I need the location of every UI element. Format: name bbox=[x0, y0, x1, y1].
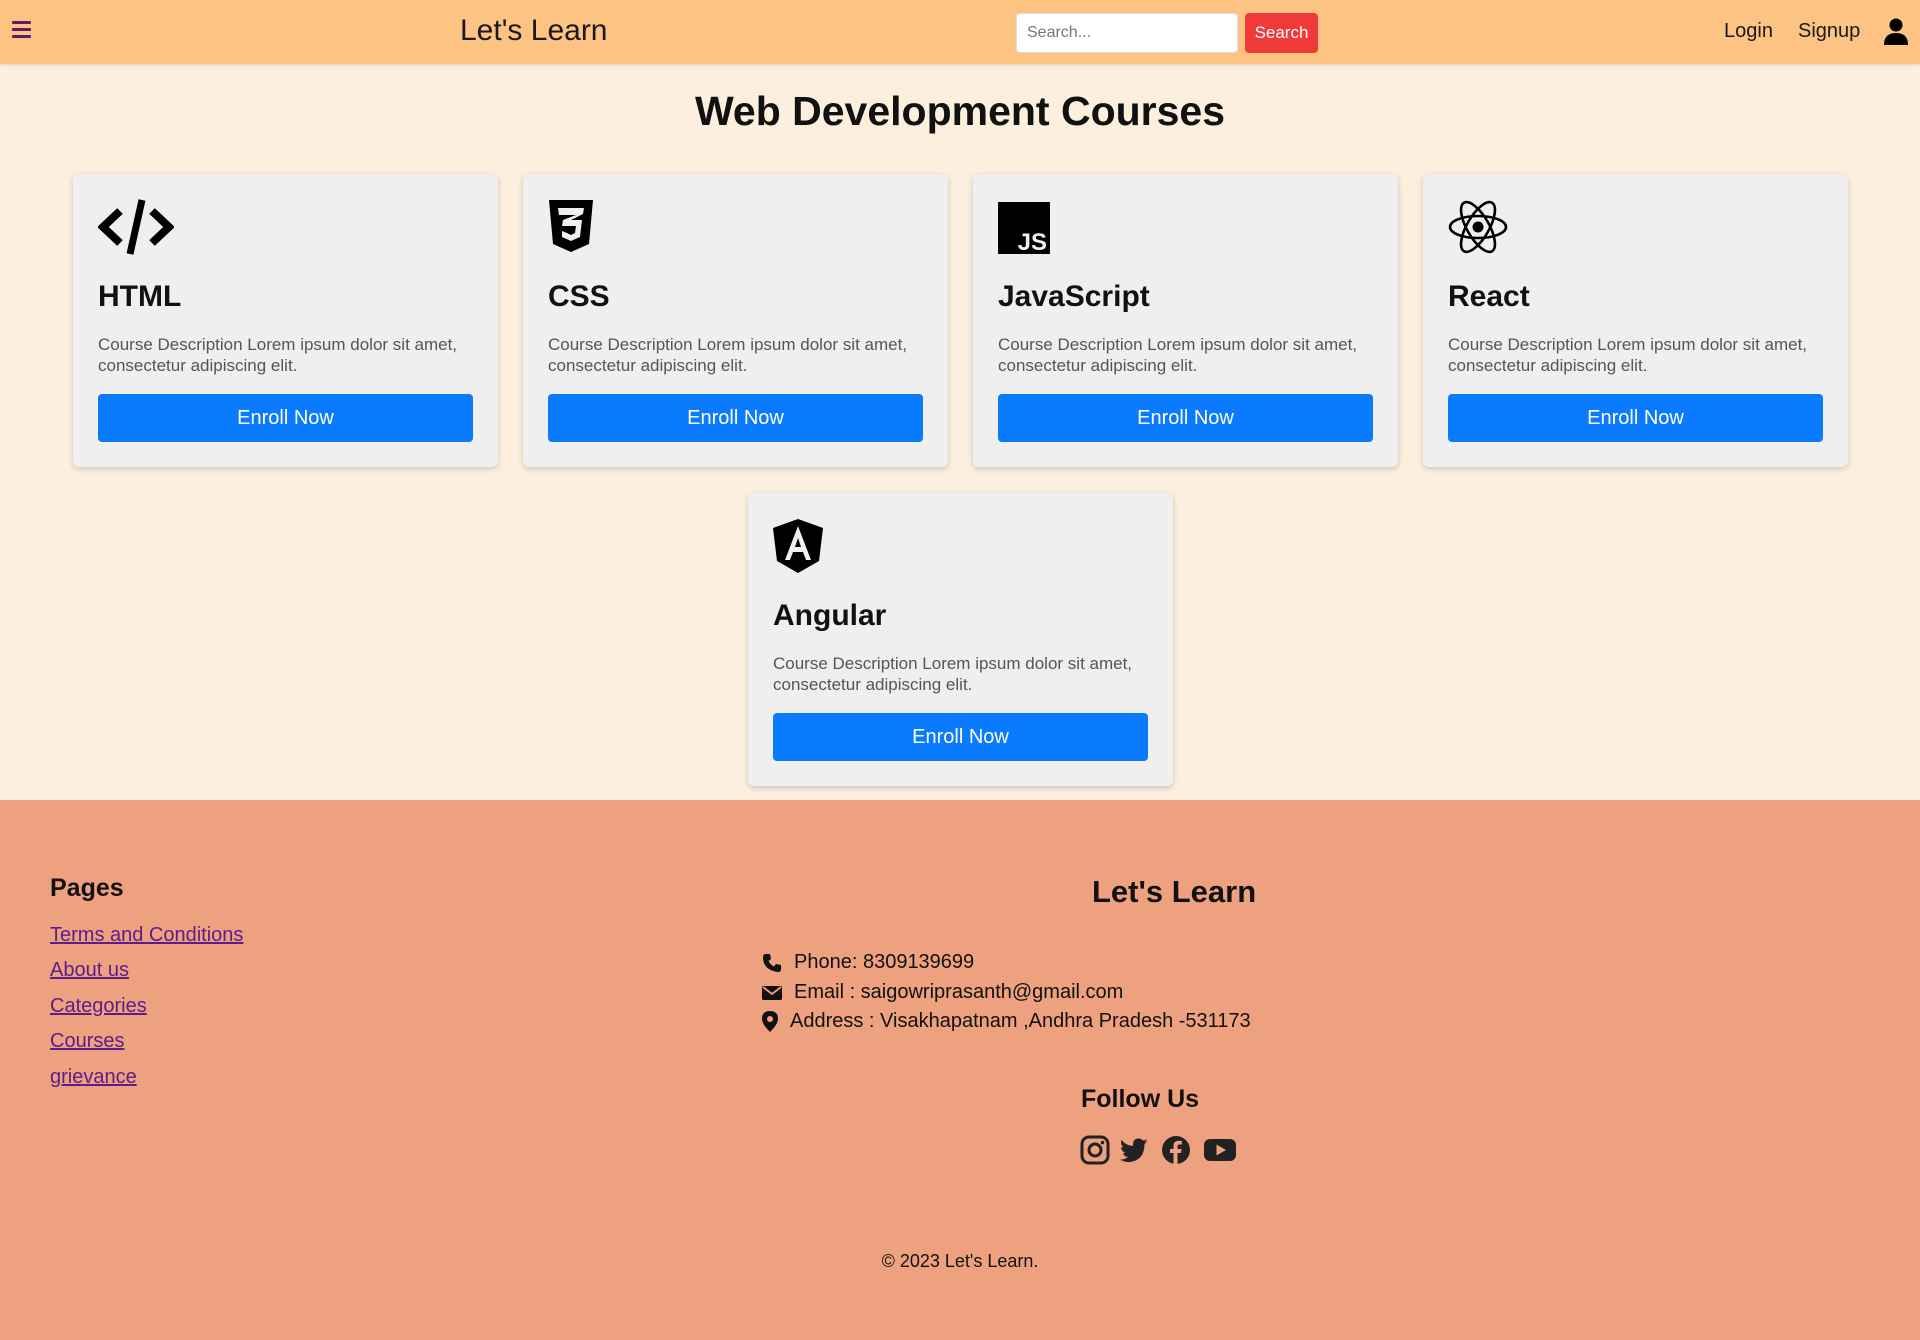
enroll-button-angular[interactable]: Enroll Now bbox=[773, 713, 1148, 761]
footer-link-about[interactable]: About us bbox=[50, 959, 129, 982]
follow-heading: Follow Us bbox=[1081, 1085, 1200, 1113]
email-text: Email : saigowriprasanth@gmail.com bbox=[794, 981, 1124, 1003]
svg-text:JS: JS bbox=[1018, 229, 1047, 256]
page-title: Web Development Courses bbox=[694, 88, 1226, 134]
course-description: Course Description Lorem ipsum dolor sit… bbox=[548, 335, 908, 375]
copyright-text: © 2023 Let's Learn. bbox=[881, 1251, 1039, 1271]
login-link[interactable]: Login bbox=[1724, 20, 1773, 43]
course-title: React bbox=[1448, 280, 1530, 313]
code-icon bbox=[98, 199, 174, 255]
phone-text: Phone: 8309139699 bbox=[794, 951, 975, 973]
location-pin-icon bbox=[762, 1011, 778, 1032]
course-card-css: CSS Course Description Lorem ipsum dolor… bbox=[523, 174, 948, 467]
footer-link-grievance[interactable]: grievance bbox=[50, 1066, 137, 1089]
footer-brand: Let's Learn bbox=[1092, 874, 1257, 909]
course-card-react: React Course Description Lorem ipsum dol… bbox=[1423, 174, 1848, 467]
course-title: HTML bbox=[98, 280, 182, 313]
course-card-javascript: JS JavaScript Course Description Lorem i… bbox=[973, 174, 1398, 467]
youtube-icon[interactable] bbox=[1203, 1135, 1237, 1165]
search-button[interactable]: Search bbox=[1245, 13, 1318, 53]
pages-heading: Pages bbox=[50, 874, 124, 902]
contact-address: Address : Visakhapatnam ,Andhra Pradesh … bbox=[762, 1010, 1251, 1033]
hamburger-menu-icon[interactable] bbox=[12, 21, 31, 41]
course-description: Course Description Lorem ipsum dolor sit… bbox=[773, 654, 1133, 694]
enroll-button-javascript[interactable]: Enroll Now bbox=[998, 394, 1373, 442]
user-icon[interactable] bbox=[1884, 18, 1908, 45]
course-title: CSS bbox=[548, 280, 610, 313]
envelope-icon bbox=[762, 985, 782, 1000]
phone-icon bbox=[763, 953, 781, 972]
course-description: Course Description Lorem ipsum dolor sit… bbox=[1448, 335, 1808, 375]
react-icon bbox=[1448, 200, 1508, 254]
contact-email: Email : saigowriprasanth@gmail.com bbox=[762, 981, 1123, 1004]
search-input[interactable] bbox=[1016, 13, 1238, 53]
footer-link-courses[interactable]: Courses bbox=[50, 1030, 124, 1053]
course-title: JavaScript bbox=[998, 280, 1150, 313]
twitter-icon[interactable] bbox=[1119, 1135, 1149, 1165]
css3-icon bbox=[549, 200, 593, 252]
course-description: Course Description Lorem ipsum dolor sit… bbox=[98, 335, 458, 375]
contact-phone: Phone: 8309139699 bbox=[762, 951, 974, 974]
facebook-icon[interactable] bbox=[1161, 1135, 1191, 1165]
address-text: Address : Visakhapatnam ,Andhra Pradesh … bbox=[790, 1010, 1251, 1032]
top-navbar: Let's Learn Search Login Signup bbox=[0, 0, 1920, 64]
signup-link[interactable]: Signup bbox=[1798, 20, 1860, 43]
enroll-button-react[interactable]: Enroll Now bbox=[1448, 394, 1823, 442]
instagram-icon[interactable] bbox=[1080, 1135, 1110, 1165]
footer-link-terms[interactable]: Terms and Conditions bbox=[50, 924, 243, 947]
footer-link-categories[interactable]: Categories bbox=[50, 995, 147, 1018]
angular-icon bbox=[773, 519, 823, 573]
course-card-angular: Angular Course Description Lorem ipsum d… bbox=[748, 493, 1173, 786]
brand-logo[interactable]: Let's Learn bbox=[460, 14, 608, 48]
site-footer: Pages Terms and Conditions About us Cate… bbox=[0, 800, 1920, 1340]
enroll-button-css[interactable]: Enroll Now bbox=[548, 394, 923, 442]
enroll-button-html[interactable]: Enroll Now bbox=[98, 394, 473, 442]
course-title: Angular bbox=[773, 599, 887, 632]
course-card-html: HTML Course Description Lorem ipsum dolo… bbox=[73, 174, 498, 467]
javascript-icon: JS bbox=[998, 202, 1050, 256]
course-description: Course Description Lorem ipsum dolor sit… bbox=[998, 335, 1358, 375]
